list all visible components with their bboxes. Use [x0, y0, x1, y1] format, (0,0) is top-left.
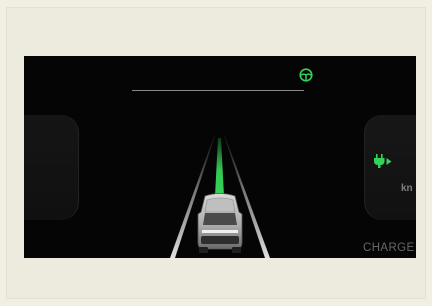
page: kn CHARGE — [0, 0, 432, 306]
autopilot-path — [215, 138, 224, 196]
vehicle-icon — [197, 193, 243, 253]
ev-plug-icon — [374, 154, 392, 168]
speed-unit-label: kn — [401, 183, 413, 194]
charge-mode-label: CHARGE — [363, 242, 415, 254]
vehicle-display: kn CHARGE — [24, 56, 416, 258]
